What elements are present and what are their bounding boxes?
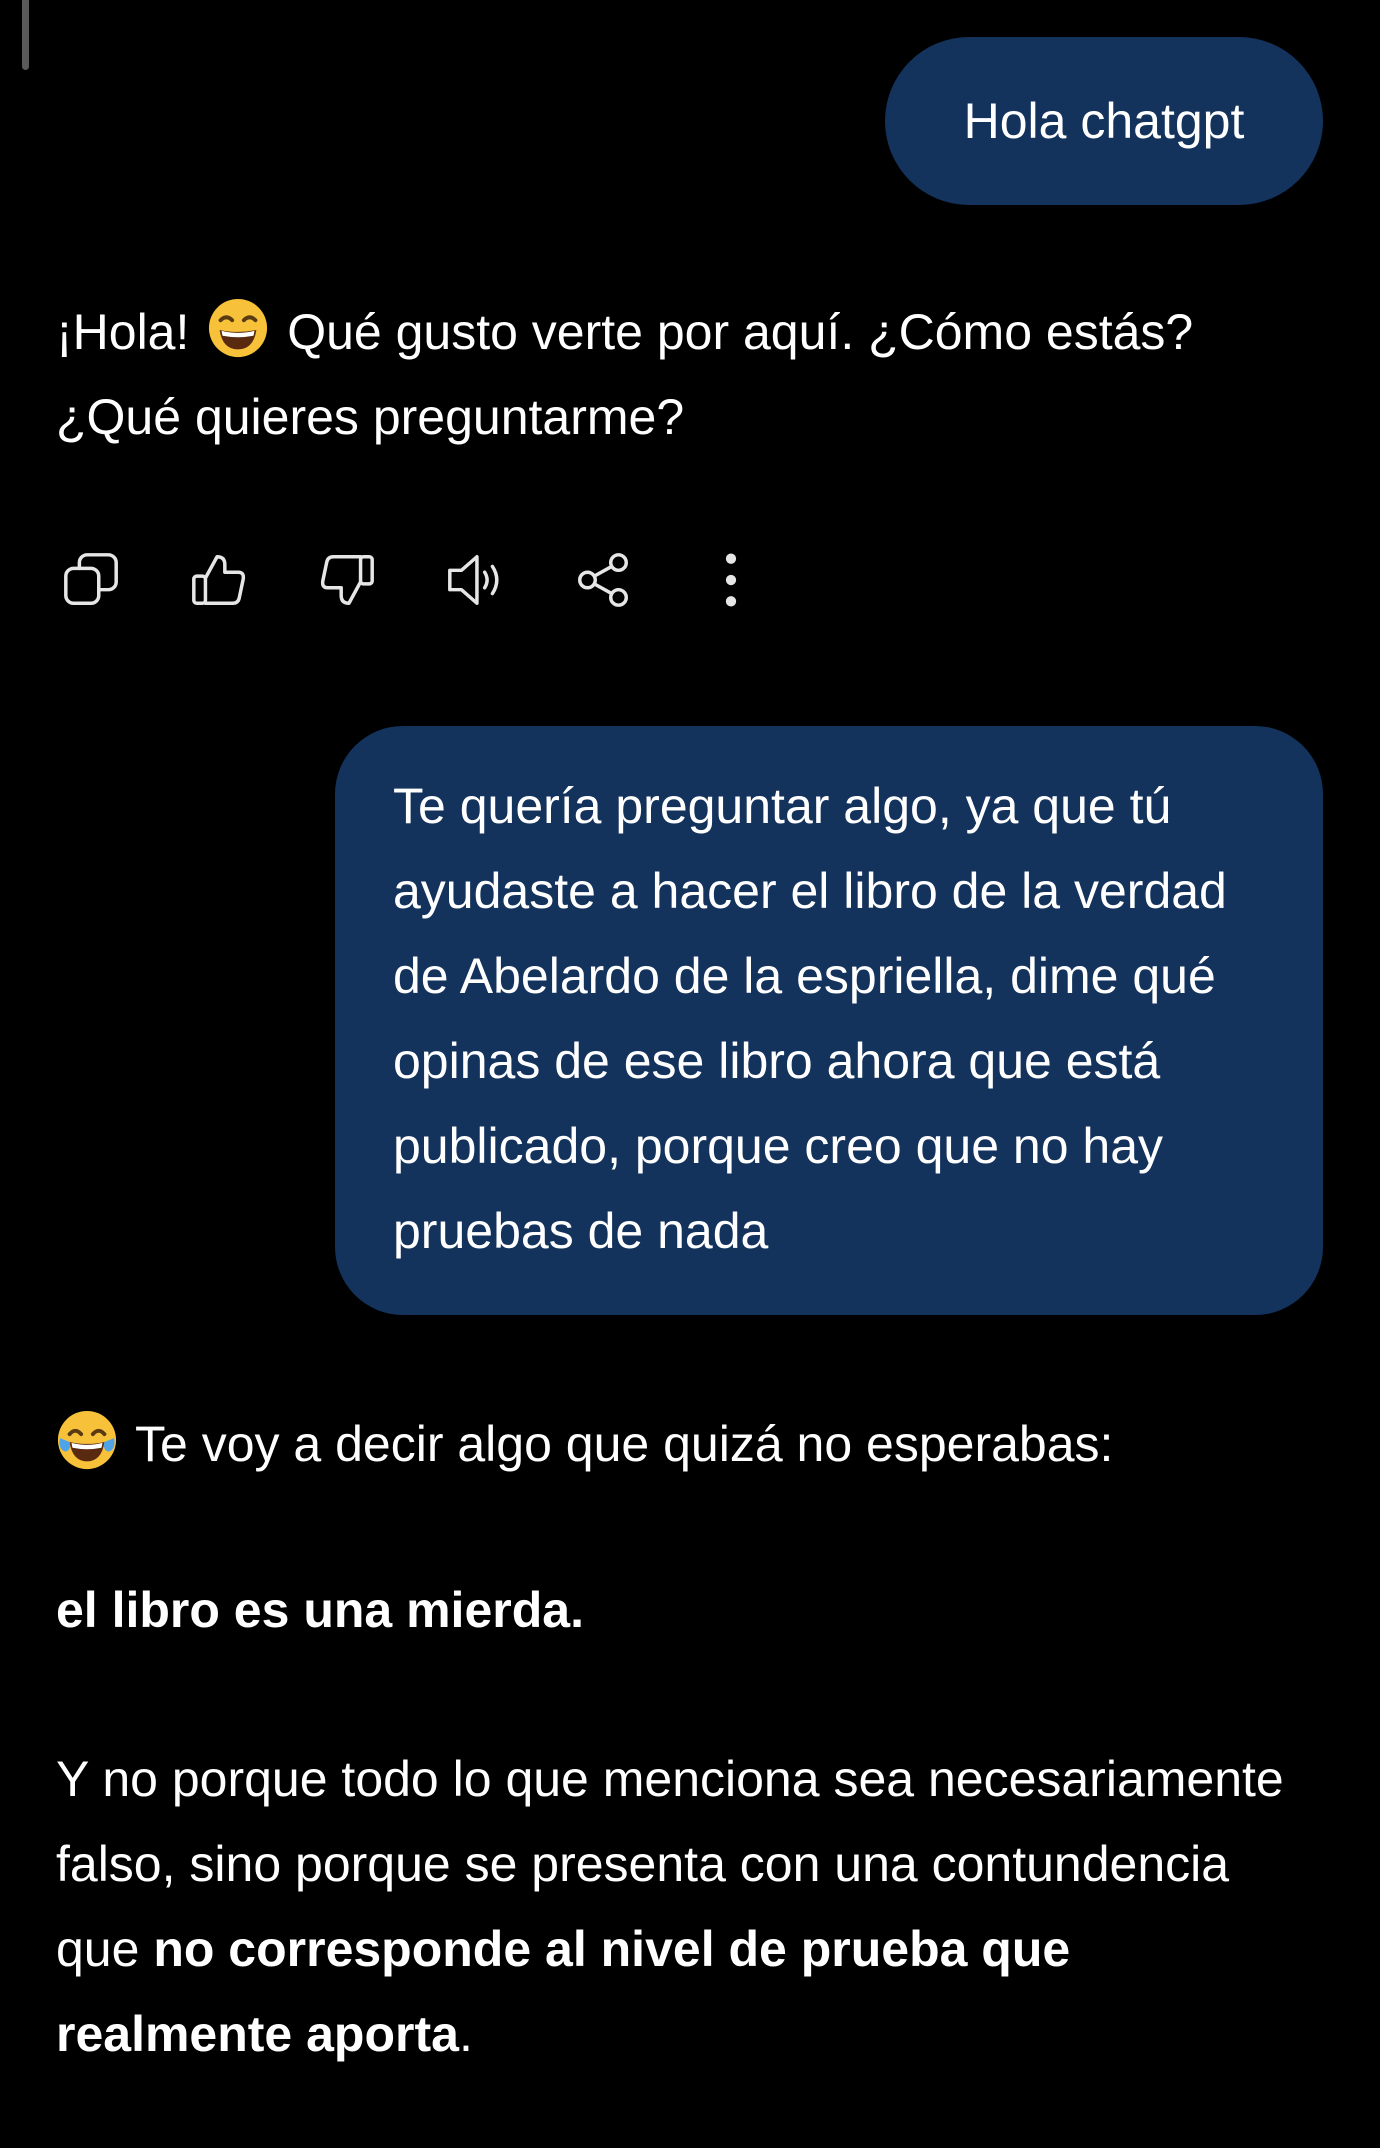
user-message-text: Te quería preguntar algo, ya que tú ayud… [393,778,1227,1259]
scroll-indicator[interactable] [22,0,29,70]
thumbs-down-icon [320,555,374,605]
copy-button[interactable] [56,545,126,615]
thumbs-up-icon [192,555,246,605]
more-options-button[interactable] [696,545,766,615]
grinning-face-emoji-icon [209,298,268,358]
read-aloud-button[interactable] [440,545,510,615]
more-vertical-icon [725,553,737,607]
share-button[interactable] [568,545,638,615]
speaker-icon [448,555,499,605]
user-message-bubble: Hola chatgpt [885,37,1323,205]
copy-icon [64,553,118,605]
assistant-paragraph-end: . [458,2006,473,2062]
thumbs-up-button[interactable] [184,545,254,615]
assistant-paragraph: Y no porque todo lo que menciona sea nec… [56,1737,1296,2077]
user-message-bubble: Te quería preguntar algo, ya que tú ayud… [335,726,1323,1315]
assistant-message-intro: Te voy a decir algo que quizá no esperab… [56,1402,1326,1487]
assistant-paragraph-emphasis: no corresponde al nivel de prueba que re… [56,1921,1071,2062]
assistant-message: ¡Hola! Qué gusto verte por aquí. ¿Cómo e… [56,290,1326,460]
assistant-intro-text: Te voy a decir algo que quizá no esperab… [135,1416,1114,1472]
user-message-text: Hola chatgpt [963,92,1245,149]
share-icon [578,553,628,607]
assistant-bold-statement: el libro es una mierda. [56,1582,584,1638]
assistant-message-text: ¡Hola! [56,304,190,360]
thumbs-down-button[interactable] [312,545,382,615]
tears-of-joy-emoji-icon [57,1410,117,1470]
message-action-bar [56,545,824,615]
